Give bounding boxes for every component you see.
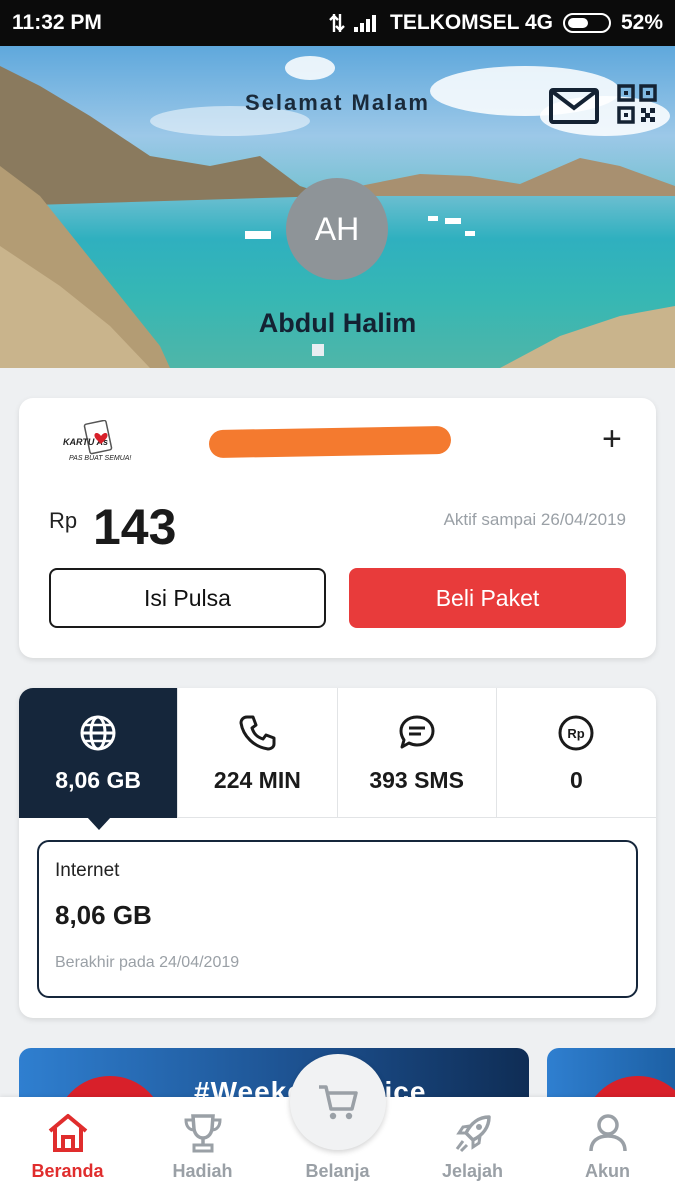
nav-label: Beranda: [31, 1161, 104, 1181]
redacted-phone-number: [208, 425, 452, 459]
beli-paket-button[interactable]: Beli Paket: [349, 568, 626, 628]
cart-button[interactable]: [290, 1054, 386, 1150]
balance-card: KARTU As PAS BUAT SEMUA! + Rp 143 Aktif …: [19, 398, 656, 658]
quota-tabs: 8,06 GB 224 MIN 393 SMS Rp 0: [19, 688, 656, 818]
active-until-text: Aktif sampai 26/04/2019: [443, 510, 626, 529]
quota-card: 8,06 GB 224 MIN 393 SMS Rp 0 Internet 8,…: [19, 688, 656, 1018]
cart-icon: [319, 1085, 358, 1120]
sms-icon: [399, 715, 435, 748]
svg-text:PAS BUAT SEMUA!: PAS BUAT SEMUA!: [69, 455, 131, 462]
signal-icon: [329, 14, 376, 32]
detail-expiry: Berakhir pada 24/04/2019: [55, 954, 240, 971]
add-number-icon[interactable]: +: [602, 422, 622, 456]
nav-label: Hadiah: [172, 1161, 233, 1181]
battery-percent: 52%: [620, 11, 663, 34]
status-right: TELKOMSEL 4G 52%: [328, 11, 663, 35]
quota-detail: Internet 8,06 GB Berakhir pada 24/04/201…: [37, 840, 638, 998]
trophy-icon: [183, 1114, 222, 1153]
internet-quota: 8,06 GB: [55, 766, 141, 793]
active-tab-pointer: [87, 817, 111, 830]
mail-icon[interactable]: [549, 88, 599, 124]
voice-quota: 224 MIN: [213, 766, 301, 793]
isi-pulsa-button[interactable]: Isi Pulsa: [49, 568, 326, 628]
rp-value: 0: [569, 766, 583, 793]
rp-coin-icon: Rp: [558, 715, 594, 750]
nav-label: Jelajah: [441, 1161, 504, 1181]
user-icon: [588, 1114, 627, 1152]
qr-code-icon[interactable]: [617, 84, 657, 124]
home-icon: [48, 1114, 87, 1152]
kartu-as-logo: KARTU As PAS BUAT SEMUA!: [63, 420, 131, 462]
tab-internet[interactable]: 8,06 GB: [19, 688, 179, 818]
balance-value: 143: [93, 499, 177, 555]
tab-rp[interactable]: Rp 0: [497, 688, 656, 818]
sms-quota: 393 SMS: [369, 766, 464, 793]
tab-sms[interactable]: 393 SMS: [338, 688, 497, 818]
avatar[interactable]: AH: [286, 178, 388, 280]
nav-hadiah[interactable]: Hadiah: [135, 1097, 270, 1200]
currency-label: Rp: [49, 508, 78, 533]
carrier-label: TELKOMSEL 4G: [390, 11, 553, 34]
status-time: 11:32 PM: [12, 11, 102, 34]
nav-beranda[interactable]: Beranda: [0, 1097, 135, 1200]
globe-icon: [80, 715, 116, 750]
user-name: Abdul Halim: [258, 308, 417, 338]
battery-icon: [562, 13, 611, 33]
battery-fill: [567, 18, 588, 28]
nav-jelajah[interactable]: Jelajah: [405, 1097, 540, 1200]
status-bar: 11:32 PM TELKOMSEL 4G 52%: [0, 0, 675, 46]
tab-voice[interactable]: 224 MIN: [178, 688, 338, 818]
header-banner: Selamat Malam AH Abdul Halim: [0, 46, 675, 368]
nav-label: Akun: [585, 1161, 630, 1181]
detail-value: 8,06 GB: [55, 900, 152, 930]
nav-akun[interactable]: Akun: [540, 1097, 675, 1200]
nav-label: Belanja: [305, 1161, 370, 1181]
rocket-icon: [455, 1115, 491, 1153]
svg-text:Rp: Rp: [568, 726, 585, 741]
phone-icon: [239, 715, 276, 750]
detail-title: Internet: [55, 860, 120, 881]
